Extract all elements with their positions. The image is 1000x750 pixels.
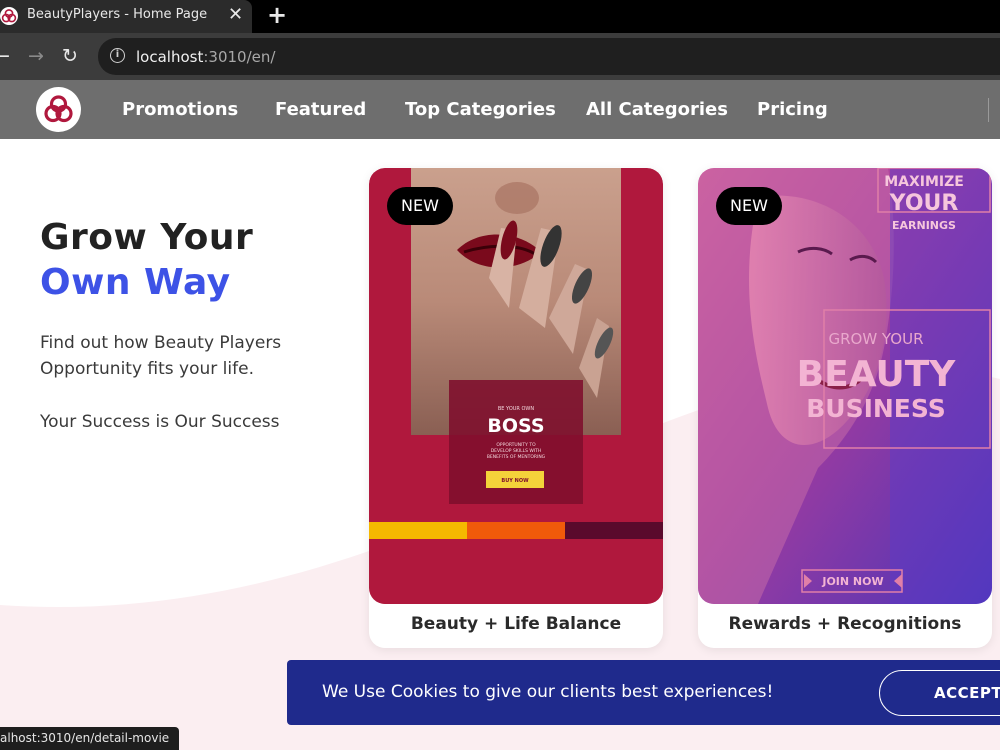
poster-top1: MAXIMIZE: [884, 174, 964, 190]
poster-sub3: BENEFITS OF MENTORING: [487, 454, 546, 460]
poster-mid3: BUSINESS: [806, 394, 946, 423]
promo-card-rewards[interactable]: MAXIMIZE YOUR EARNINGS GROW YOUR BEAUTY …: [698, 168, 992, 648]
url-text[interactable]: localhost:3010/en/: [136, 48, 275, 66]
reload-icon[interactable]: ↻: [62, 43, 78, 69]
beauty-business-poster-image: MAXIMIZE YOUR EARNINGS GROW YOUR BEAUTY …: [698, 168, 992, 604]
address-bar[interactable]: i localhost:3010/en/: [98, 38, 1000, 75]
tab-title: BeautyPlayers - Home Page: [27, 7, 208, 22]
poster-mid1: GROW YOUR: [828, 330, 923, 348]
close-tab-icon[interactable]: ✕: [228, 4, 243, 26]
forward-arrow-icon[interactable]: →: [28, 43, 44, 69]
url-host: localhost: [136, 48, 204, 66]
browser-tab-bar: BeautyPlayers - Home Page ✕ +: [0, 0, 1000, 33]
new-badge: NEW: [716, 187, 782, 225]
cookie-banner: We Use Cookies to give our clients best …: [287, 660, 1000, 725]
hero-title-highlight: Own Way: [40, 262, 231, 303]
poster-top2: YOUR: [889, 191, 959, 216]
poster-buy-button: BUY NOW: [501, 478, 529, 484]
site-navbar: Promotions Featured Top Categories All C…: [0, 80, 1000, 139]
card-caption[interactable]: Rewards + Recognitions: [698, 614, 992, 634]
poster-top3: EARNINGS: [892, 219, 956, 232]
nav-all-categories[interactable]: All Categories: [586, 99, 728, 120]
promo-card-beauty-life[interactable]: BE YOUR OWN BOSS OPPORTUNITY TO DEVELOP …: [369, 168, 663, 648]
hero-title: Grow Your: [40, 217, 254, 258]
poster-mid2: BEAUTY: [797, 354, 957, 395]
logo-rings-icon: [44, 95, 73, 123]
new-badge: NEW: [387, 187, 453, 225]
nav-featured[interactable]: Featured: [275, 99, 366, 120]
nav-promotions[interactable]: Promotions: [122, 99, 238, 120]
poster-sub1: OPPORTUNITY TO: [496, 442, 536, 448]
hero-description-line1: Find out how Beauty Players: [40, 333, 282, 353]
card-image[interactable]: BE YOUR OWN BOSS OPPORTUNITY TO DEVELOP …: [369, 168, 663, 604]
poster-kicker: BE YOUR OWN: [498, 406, 534, 412]
status-bar-url: alhost:3010/en/detail-movie: [0, 727, 180, 750]
url-path: :3010/en/: [203, 48, 276, 66]
poster-headline: BOSS: [487, 415, 544, 437]
new-tab-button[interactable]: +: [267, 2, 287, 28]
site-info-icon[interactable]: i: [110, 48, 125, 63]
favicon-icon: [0, 7, 18, 25]
browser-tab[interactable]: BeautyPlayers - Home Page ✕: [0, 0, 252, 33]
nav-divider: [988, 98, 989, 122]
nav-top-categories[interactable]: Top Categories: [405, 99, 556, 120]
card-caption[interactable]: Beauty + Life Balance: [369, 614, 663, 634]
poster-join-button: JOIN NOW: [821, 575, 883, 588]
back-arrow-icon[interactable]: ←: [0, 43, 10, 69]
poster-sub2: DEVELOP SKILLS WITH: [491, 448, 542, 454]
card-image[interactable]: MAXIMIZE YOUR EARNINGS GROW YOUR BEAUTY …: [698, 168, 992, 604]
nav-pricing[interactable]: Pricing: [757, 99, 828, 120]
hero-description-line2: Opportunity fits your life.: [40, 359, 254, 379]
hero-tagline: Your Success is Our Success: [40, 412, 280, 432]
boss-poster-image: BE YOUR OWN BOSS OPPORTUNITY TO DEVELOP …: [369, 168, 663, 604]
browser-toolbar: ← → ↻ i localhost:3010/en/: [0, 33, 1000, 80]
site-logo[interactable]: [36, 87, 81, 132]
accept-cookies-button[interactable]: ACCEPT: [879, 670, 1000, 716]
cookie-message: We Use Cookies to give our clients best …: [322, 682, 774, 702]
